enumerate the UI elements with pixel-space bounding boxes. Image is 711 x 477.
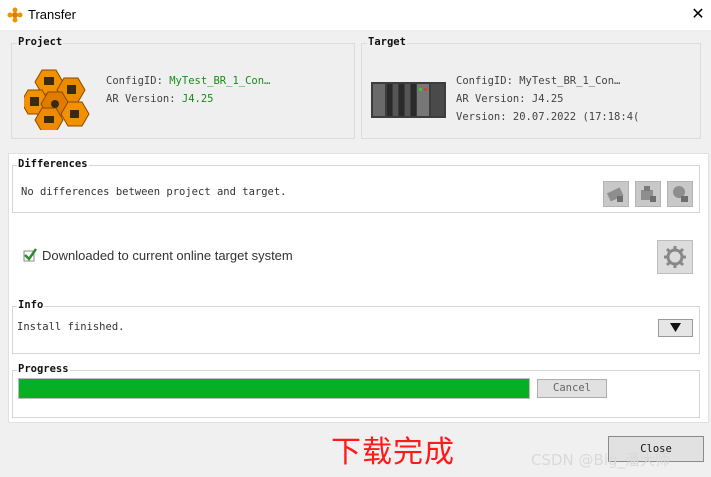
progress-bar <box>18 378 530 399</box>
info-group-title: Info <box>17 299 45 311</box>
settings-button[interactable] <box>657 240 693 274</box>
project-group-title: Project <box>17 36 64 48</box>
target-group-title: Target <box>367 36 407 48</box>
upload-button[interactable] <box>667 181 693 207</box>
download-complete-annotation: 下载完成 <box>331 435 455 470</box>
gear-icon <box>664 246 686 268</box>
target-ar-label: AR Version: <box>456 93 526 105</box>
info-message: Install finished. <box>17 321 125 333</box>
title-bar: Transfer ✕ <box>0 0 711 30</box>
triangle-down-icon <box>670 323 681 332</box>
window-close-button[interactable]: ✕ <box>689 4 707 24</box>
upload-icon <box>673 186 688 202</box>
target-config-value: MyTest_BR_1_Con… <box>519 75 621 87</box>
project-logo-icon <box>24 69 90 130</box>
transfer-app-icon <box>7 7 23 23</box>
checkmark-icon <box>23 248 37 262</box>
differences-group-title: Differences <box>17 158 89 170</box>
project-ar-label: AR Version: <box>106 93 176 105</box>
target-ar-value: J4.25 <box>531 93 564 105</box>
target-version-label: Version: <box>456 111 507 123</box>
compare-icon <box>606 187 624 202</box>
project-config-value: MyTest_BR_1_Con… <box>169 75 271 87</box>
window-title: Transfer <box>28 7 76 22</box>
target-config-label: ConfigID: <box>456 75 513 87</box>
progress-group-title: Progress <box>17 363 70 375</box>
cancel-button[interactable]: Cancel <box>537 379 607 398</box>
compare-button[interactable] <box>603 181 629 207</box>
differences-message: No differences between project and targe… <box>21 186 287 198</box>
target-version-value: 20.07.2022 (17:18:4( <box>512 111 640 123</box>
project-config-label: ConfigID: <box>106 75 163 87</box>
download-icon <box>641 186 656 202</box>
info-expand-button[interactable] <box>658 319 693 337</box>
progress-bar-fill <box>19 379 529 398</box>
plc-device-icon <box>371 82 446 118</box>
watermark-text: CSDN @Big_潘大师 <box>531 451 671 469</box>
download-button[interactable] <box>635 181 661 207</box>
project-ar-value: J4.25 <box>181 93 214 105</box>
status-text: Downloaded to current online target syst… <box>42 248 293 263</box>
